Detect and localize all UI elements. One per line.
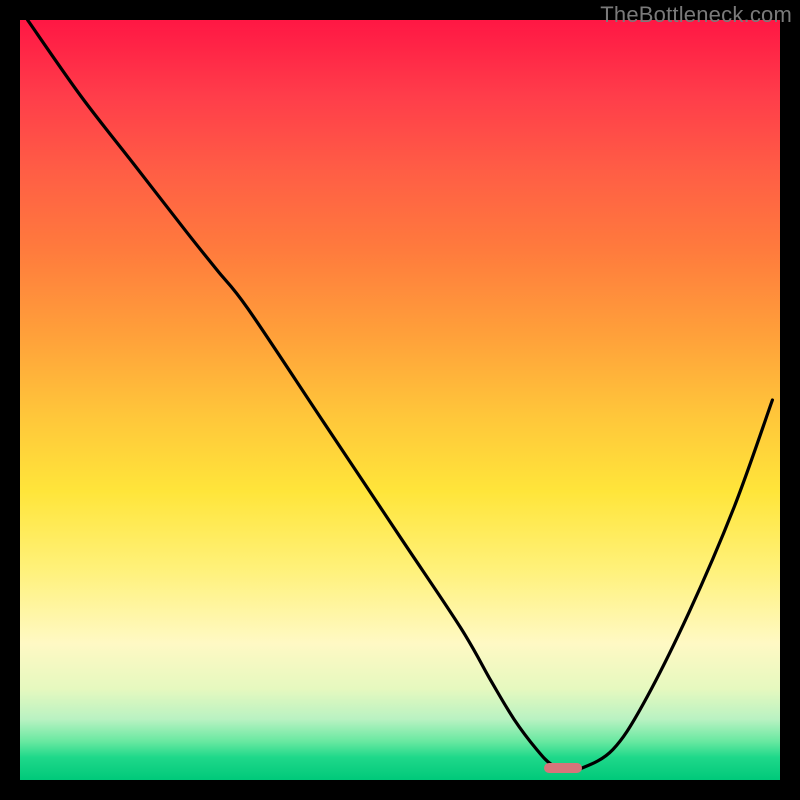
watermark-text: TheBottleneck.com (600, 2, 792, 28)
chart-frame: TheBottleneck.com (0, 0, 800, 800)
plot-area (20, 20, 780, 780)
optimum-marker (544, 763, 582, 774)
curve-line (20, 20, 780, 780)
